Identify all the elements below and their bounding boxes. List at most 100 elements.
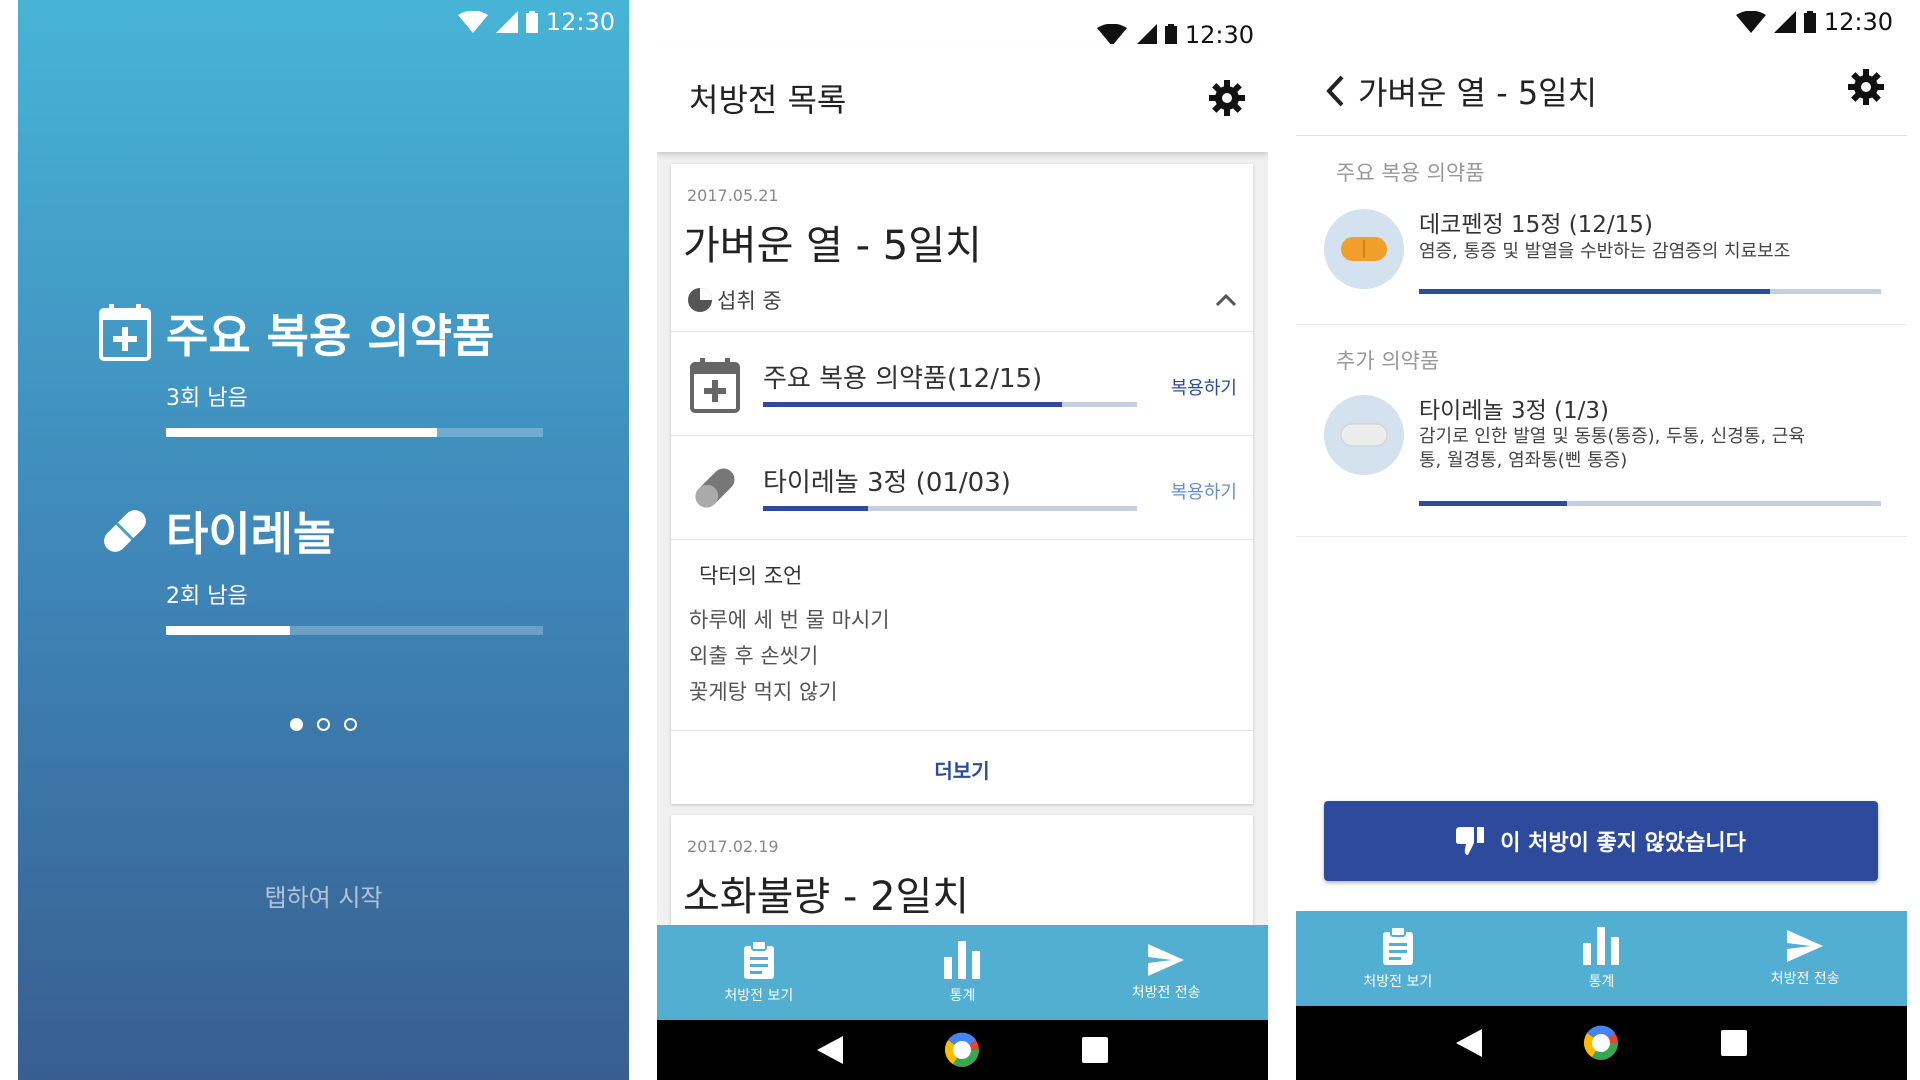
prescription-name: 가벼운 열 - 5일치 bbox=[683, 223, 982, 269]
page-dot[interactable] bbox=[344, 718, 357, 731]
remaining-count: 2회 남음 bbox=[166, 584, 248, 609]
page-dot-active[interactable] bbox=[290, 718, 303, 731]
pill-icon bbox=[104, 510, 146, 552]
signal-icon bbox=[1134, 24, 1157, 46]
nav-send-prescription[interactable]: 처방전 전송 bbox=[1720, 929, 1890, 988]
onboarding-title: 타이레놀 bbox=[166, 507, 336, 561]
page-title: 가벼운 열 - 5일치 bbox=[1358, 74, 1598, 112]
med-progress-bar bbox=[1419, 501, 1881, 506]
nav-view-prescription[interactable]: 처방전 보기 bbox=[674, 940, 844, 1005]
med-name: 타이레놀 3정 (1/3) bbox=[1419, 398, 1610, 424]
pill-avatar bbox=[1324, 209, 1404, 289]
doctor-advice: 닥터의 조언 하루에 세 번 물 마시기 외출 후 손씻기 꽃게탕 먹지 않기 bbox=[671, 540, 1253, 731]
tap-to-start[interactable]: 탭하여 시작 bbox=[18, 878, 629, 913]
med-progress-bar bbox=[1419, 289, 1881, 294]
recents-icon[interactable] bbox=[1720, 1030, 1747, 1056]
prescription-status-row: 섭취 중 bbox=[671, 271, 1253, 332]
onboarding-title: 주요 복용 의약품 bbox=[166, 309, 495, 363]
wifi-icon bbox=[457, 11, 488, 33]
take-dose-button[interactable]: 복용하기 bbox=[1171, 374, 1237, 400]
calendar-plus-icon bbox=[690, 358, 740, 413]
nav-statistics[interactable]: 통계 bbox=[877, 940, 1047, 1005]
additional-meds-section: 추가 의약품 타이레놀 3정 (1/3) 감기로 인한 발열 및 동통(통증),… bbox=[1296, 325, 1907, 537]
app-bar: 처방전 목록 bbox=[657, 44, 1268, 152]
page-title: 처방전 목록 bbox=[689, 81, 847, 119]
onboarding-screen[interactable]: 12:30 주요 복용 의약품 3회 남음 타이레놀 2회 남음 탭하여 시작 bbox=[18, 0, 629, 1080]
back-icon[interactable] bbox=[1456, 1029, 1483, 1057]
clipboard-icon bbox=[743, 940, 774, 979]
advice-item: 외출 후 손씻기 bbox=[689, 644, 819, 668]
wifi-icon bbox=[1096, 24, 1127, 46]
med-label: 주요 복용 의약품(12/15) bbox=[763, 364, 1043, 394]
advice-item: 하루에 세 번 물 마시기 bbox=[689, 608, 890, 632]
prescription-detail-screen: 12:30 가벼운 열 - 5일치 주요 복용 의약품 데코펜정 15정 (12… bbox=[1296, 0, 1907, 1080]
status-bar: 12:30 bbox=[1735, 0, 1907, 44]
progress-bar bbox=[166, 428, 543, 437]
battery-icon bbox=[525, 11, 538, 33]
nav-send-prescription[interactable]: 처방전 전송 bbox=[1081, 943, 1251, 1002]
status-text: 섭취 중 bbox=[717, 289, 782, 313]
app-bar: 가벼운 열 - 5일치 bbox=[1296, 44, 1907, 136]
take-dose-button[interactable]: 복용하기 bbox=[1171, 478, 1237, 504]
pill-icon bbox=[695, 468, 735, 508]
med-description: 염증, 통증 및 발열을 수반하는 감염증의 치료보조 bbox=[1419, 241, 1791, 262]
pill-avatar bbox=[1324, 395, 1404, 475]
wifi-icon bbox=[1735, 11, 1766, 33]
calendar-plus-icon bbox=[99, 304, 151, 361]
nav-label: 처방전 보기 bbox=[724, 987, 794, 1004]
signal-icon bbox=[1773, 11, 1796, 33]
med-row-main: 주요 복용 의약품(12/15) 복용하기 bbox=[671, 332, 1253, 436]
pill-icon bbox=[1340, 423, 1388, 447]
pie-progress-icon bbox=[688, 288, 712, 312]
system-navigation-bar bbox=[1296, 1006, 1907, 1080]
med-name: 데코펜정 15정 (12/15) bbox=[1419, 212, 1653, 238]
nav-label: 통계 bbox=[949, 987, 976, 1004]
med-label: 타이레놀 3정 (01/03) bbox=[763, 468, 1011, 498]
page-indicator bbox=[18, 718, 629, 731]
back-icon[interactable] bbox=[817, 1036, 844, 1064]
bar-chart-icon bbox=[944, 940, 981, 979]
bar-chart-icon bbox=[1583, 926, 1620, 965]
send-icon bbox=[1148, 943, 1185, 976]
nav-statistics[interactable]: 통계 bbox=[1516, 926, 1686, 991]
home-icon[interactable] bbox=[943, 1031, 981, 1069]
clipboard-icon bbox=[1382, 926, 1413, 965]
prescription-date: 2017.05.21 bbox=[687, 186, 779, 205]
section-header: 추가 의약품 bbox=[1336, 349, 1440, 373]
advice-title: 닥터의 조언 bbox=[699, 564, 803, 588]
advice-item: 꽃게탕 먹지 않기 bbox=[689, 680, 838, 704]
recents-icon[interactable] bbox=[1081, 1037, 1108, 1063]
nav-label: 처방전 전송 bbox=[1770, 970, 1840, 987]
send-icon bbox=[1787, 929, 1824, 962]
nav-label: 통계 bbox=[1588, 973, 1615, 990]
status-bar: 12:30 bbox=[457, 0, 629, 44]
bottom-navigation: 처방전 보기 통계 처방전 전송 bbox=[1296, 911, 1907, 1006]
med-row-tylenol: 타이레놀 3정 (01/03) 복용하기 bbox=[671, 436, 1253, 540]
more-button[interactable]: 더보기 bbox=[671, 731, 1253, 804]
signal-icon bbox=[495, 11, 518, 33]
med-description: 감기로 인한 발열 및 동통(통증), 두통, 신경통, 근육통, 월경통, 염… bbox=[1419, 426, 1805, 471]
chevron-up-icon[interactable] bbox=[1215, 293, 1237, 307]
section-header: 주요 복용 의약품 bbox=[1336, 161, 1485, 185]
thumbs-down-icon bbox=[1456, 827, 1485, 855]
gear-icon[interactable] bbox=[1208, 79, 1246, 117]
chevron-left-icon[interactable] bbox=[1324, 74, 1346, 108]
pill-icon bbox=[1341, 237, 1387, 261]
dislike-prescription-button[interactable]: 이 처방이 좋지 않았습니다 bbox=[1324, 801, 1878, 881]
page-dot[interactable] bbox=[317, 718, 330, 731]
nav-label: 처방전 보기 bbox=[1363, 973, 1433, 990]
battery-icon bbox=[1164, 24, 1177, 46]
prescription-date: 2017.02.19 bbox=[687, 837, 779, 856]
prescription-card[interactable]: 2017.02.19 소화불량 - 2일치 bbox=[671, 815, 1253, 925]
status-time: 12:30 bbox=[1823, 8, 1893, 36]
prescription-card[interactable]: 2017.05.21 가벼운 열 - 5일치 섭취 중 주요 복용 의약품(12… bbox=[671, 164, 1253, 804]
gear-icon[interactable] bbox=[1847, 68, 1885, 106]
med-progress-bar bbox=[763, 506, 1137, 511]
home-icon[interactable] bbox=[1582, 1024, 1620, 1062]
dislike-label: 이 처방이 좋지 않았습니다 bbox=[1500, 831, 1746, 856]
nav-view-prescription[interactable]: 처방전 보기 bbox=[1313, 926, 1483, 991]
med-progress-bar bbox=[763, 402, 1137, 407]
nav-label: 처방전 전송 bbox=[1131, 984, 1201, 1001]
main-meds-section: 주요 복용 의약품 데코펜정 15정 (12/15) 염증, 통증 및 발열을 … bbox=[1296, 137, 1907, 325]
status-time: 12:30 bbox=[545, 8, 615, 36]
